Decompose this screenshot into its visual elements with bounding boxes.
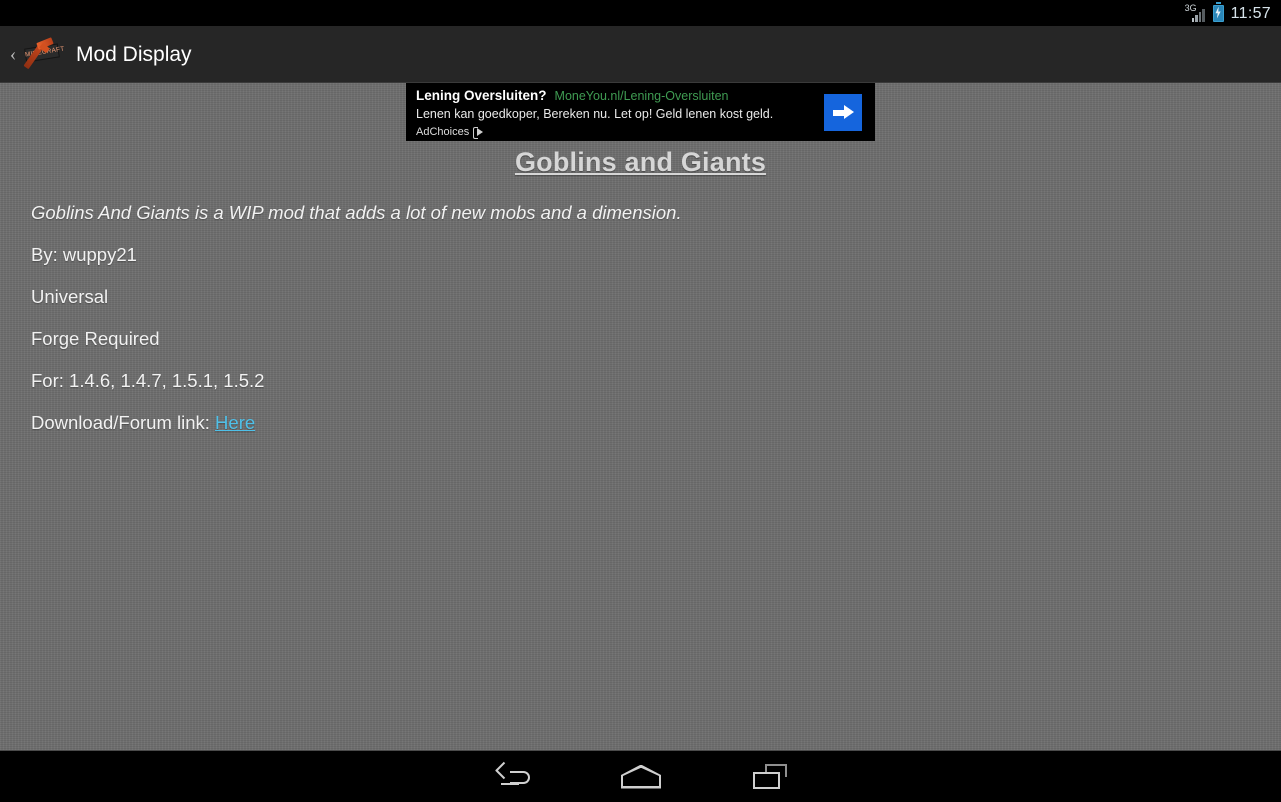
status-bar-clock: 11:57: [1230, 4, 1271, 22]
action-bar: ‹ MINECRAFT Mod Display: [0, 26, 1281, 83]
adchoices-triangle-icon[interactable]: [473, 127, 484, 139]
home-icon: [621, 764, 661, 789]
ad-url: MoneYou.nl/Lening-Oversluiten: [554, 89, 729, 103]
mod-supported-versions: For: 1.4.6, 1.4.7, 1.5.1, 1.5.2: [31, 370, 265, 391]
nav-recent-apps-button[interactable]: [715, 751, 825, 802]
ad-headline-row: Lening Oversluiten? MoneYou.nl/Lening-Ov…: [416, 88, 729, 104]
minecraft-pickaxe-icon[interactable]: MINECRAFT: [20, 34, 64, 74]
status-bar: 3G 11:57: [0, 0, 1281, 26]
up-navigation-chevron-icon[interactable]: ‹: [5, 45, 21, 64]
mod-side-requirement: Universal: [31, 286, 109, 307]
ad-headline: Lening Oversluiten?: [416, 88, 547, 103]
ad-banner[interactable]: Lening Oversluiten? MoneYou.nl/Lening-Ov…: [406, 83, 875, 141]
charging-bolt-glyph: [1215, 6, 1221, 19]
content-area: Lening Oversluiten? MoneYou.nl/Lening-Ov…: [0, 83, 1281, 750]
mod-author: By: wuppy21: [31, 244, 137, 265]
mod-download-label: Download/Forum link:: [31, 412, 210, 433]
nav-home-button[interactable]: [586, 751, 696, 802]
adchoices-label: AdChoices: [416, 126, 470, 138]
signal-bars-icon: 3G: [1185, 3, 1206, 22]
mod-title: Goblins and Giants: [514, 147, 767, 177]
mod-description: Goblins And Giants is a WIP mod that add…: [31, 202, 682, 223]
mod-forge-requirement: Forge Required: [31, 328, 160, 349]
ad-arrow-button[interactable]: [824, 94, 862, 131]
android-navigation-bar: [0, 750, 1281, 801]
mod-download-link[interactable]: Here: [215, 412, 255, 433]
mod-download-row: Download/Forum link: Here: [31, 412, 255, 434]
battery-charging-icon: [1212, 2, 1224, 22]
page-title: Mod Display: [76, 42, 192, 66]
arrow-right-icon: [832, 105, 854, 120]
status-bar-right-cluster: 3G 11:57: [1185, 2, 1271, 22]
signal-bars-glyph: [1191, 8, 1206, 22]
nav-back-button[interactable]: [458, 751, 568, 802]
recent-apps-icon: [753, 763, 787, 790]
adchoices-control[interactable]: AdChoices: [416, 126, 484, 139]
back-arrow-icon: [495, 761, 530, 789]
ad-body-text: Lenen kan goedkoper, Bereken nu. Let op!…: [416, 107, 774, 121]
